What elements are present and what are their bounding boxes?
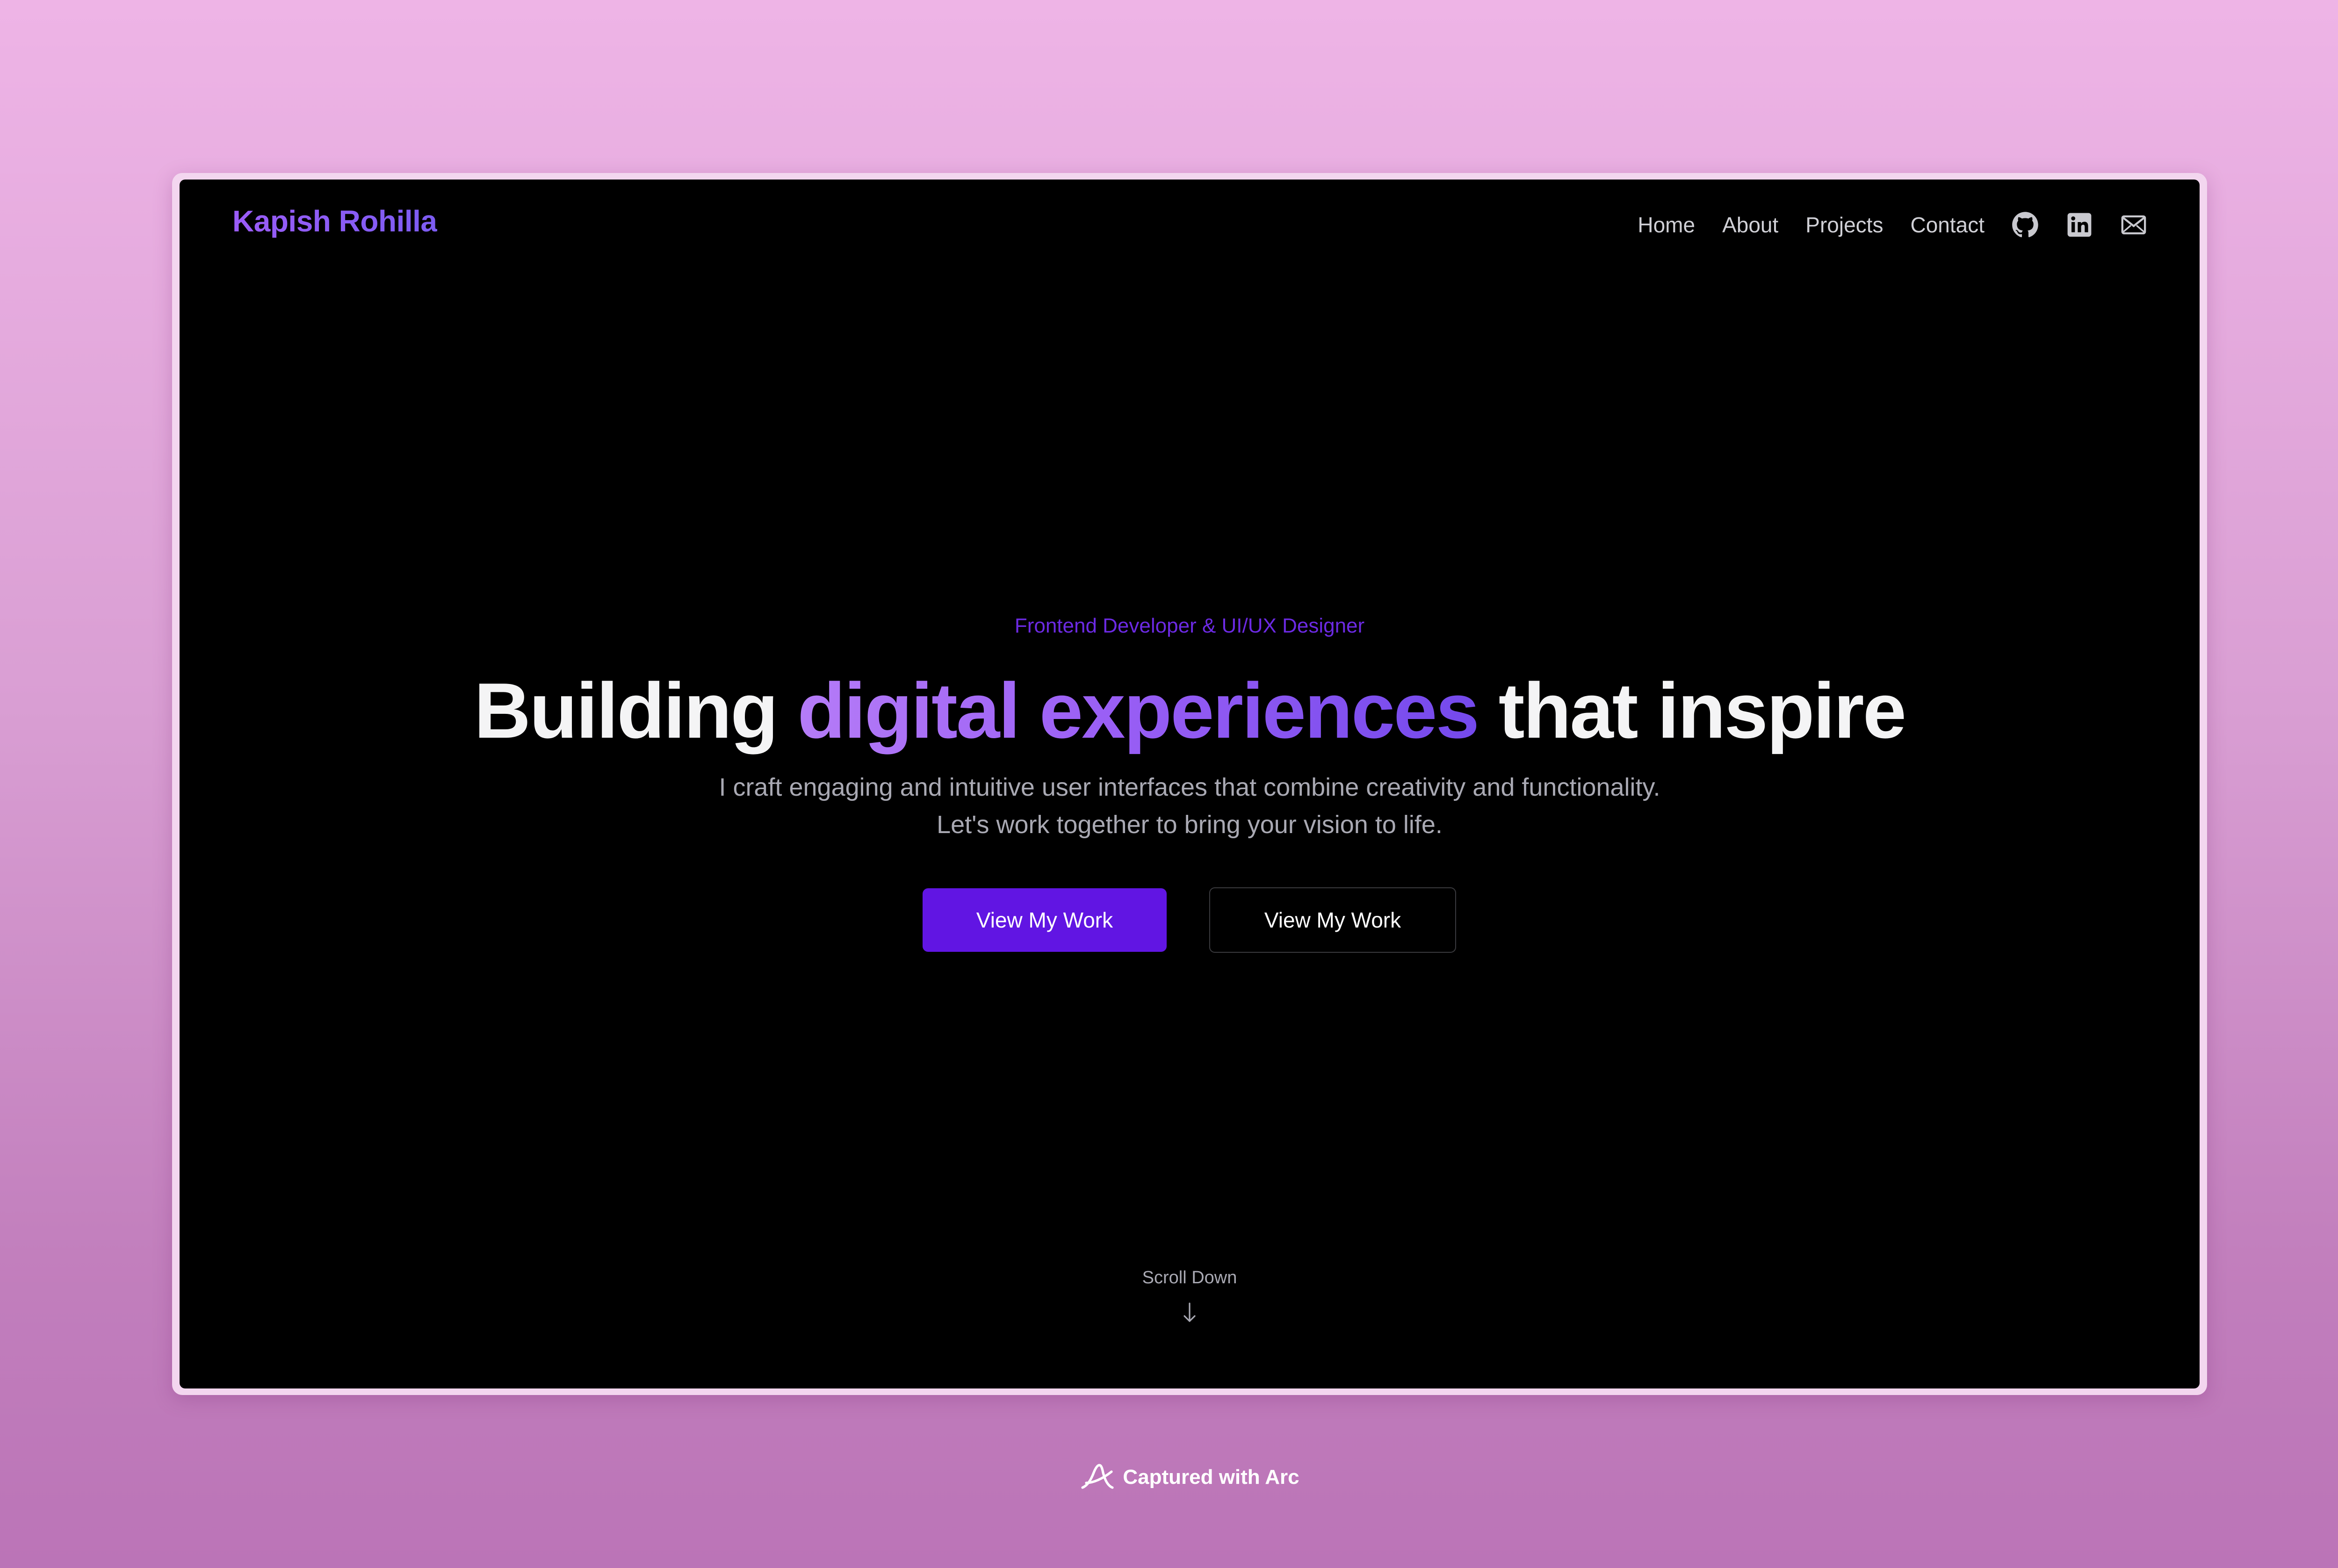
nav-home-link[interactable]: Home xyxy=(1638,212,1695,237)
capture-credit-label: Captured with Arc xyxy=(1123,1466,1299,1489)
nav-contact-link[interactable]: Contact xyxy=(1910,212,1984,237)
hero-subtitle: Frontend Developer & UI/UX Designer xyxy=(1014,614,1365,637)
view-work-primary-button[interactable]: View My Work xyxy=(923,888,1167,952)
site-logo[interactable]: Kapish Rohilla xyxy=(232,204,437,238)
hero-description: I craft engaging and intuitive user inte… xyxy=(180,769,2200,843)
github-icon[interactable] xyxy=(2012,211,2039,238)
top-nav: Home About Projects Contact xyxy=(1638,209,2147,241)
nav-projects-link[interactable]: Projects xyxy=(1805,212,1883,237)
headline-start: Building xyxy=(474,667,798,755)
linkedin-icon[interactable] xyxy=(2066,211,2093,238)
nav-about-link[interactable]: About xyxy=(1722,212,1778,237)
capture-credit: Captured with Arc xyxy=(0,1462,2338,1492)
mail-icon[interactable] xyxy=(2120,211,2147,238)
description-line-1: I craft engaging and intuitive user inte… xyxy=(719,773,1660,801)
headline-accent: digital experiences xyxy=(797,667,1479,755)
arrow-down-icon[interactable] xyxy=(1182,1302,1197,1324)
view-work-secondary-button[interactable]: View My Work xyxy=(1209,887,1456,953)
headline-end: that inspire xyxy=(1478,667,1906,755)
browser-window: Kapish Rohilla Home About Projects Conta… xyxy=(180,180,2200,1388)
hero-headline: Building digital experiences that inspir… xyxy=(180,666,2200,756)
arc-logo-icon xyxy=(1081,1464,1114,1489)
scroll-down-label[interactable]: Scroll Down xyxy=(180,1268,2200,1288)
description-line-2: Let's work together to bring your vision… xyxy=(937,811,1443,839)
